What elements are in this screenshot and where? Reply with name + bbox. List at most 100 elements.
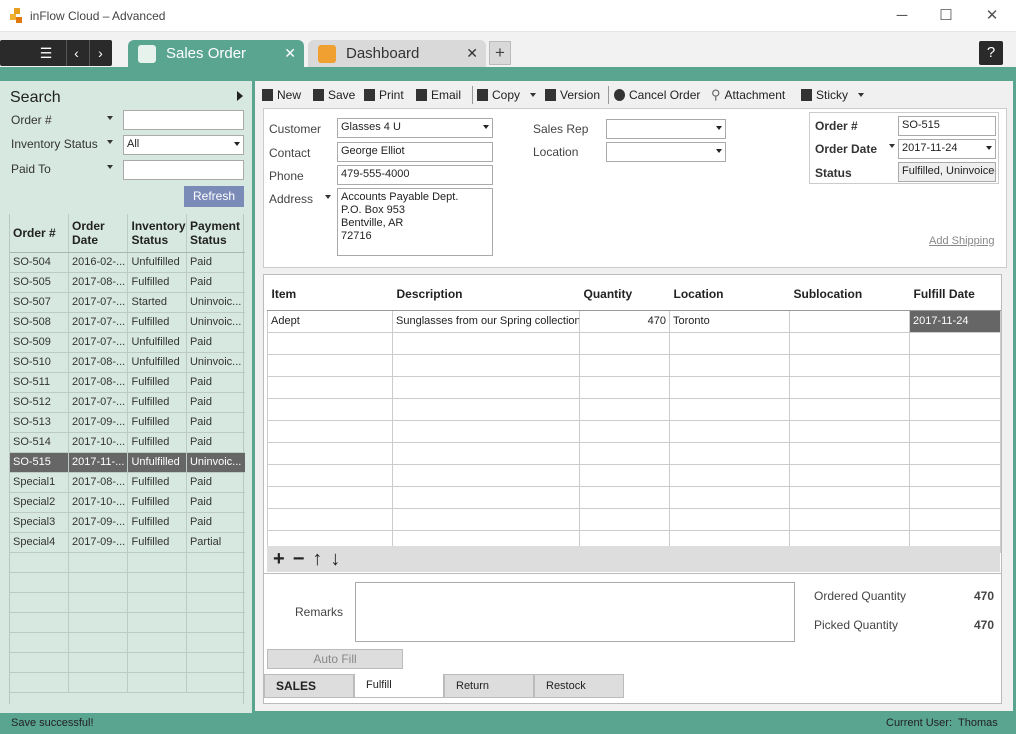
column-header[interactable]: Location — [669, 278, 790, 311]
table-cell[interactable] — [579, 441, 670, 465]
table-cell[interactable]: Partial — [186, 532, 245, 553]
table-cell[interactable] — [909, 397, 1001, 421]
table-cell[interactable]: SO-510 — [10, 352, 69, 373]
table-row[interactable]: SO-504 2016-02-... Unfulfilled Paid — [10, 252, 245, 273]
table-cell[interactable] — [392, 375, 580, 399]
table-cell[interactable] — [579, 375, 670, 399]
table-cell[interactable] — [789, 463, 910, 487]
empty-row[interactable] — [267, 419, 1001, 443]
table-cell[interactable] — [267, 463, 393, 487]
table-cell[interactable] — [392, 331, 580, 355]
table-cell[interactable]: Uninvoic... — [186, 312, 245, 333]
table-cell[interactable]: Started — [127, 292, 187, 313]
table-cell[interactable] — [392, 507, 580, 531]
auto-fill-button[interactable]: Auto Fill — [267, 649, 403, 669]
copy-button[interactable]: Copy — [477, 86, 537, 104]
table-cell[interactable] — [669, 463, 790, 487]
tab-fulfill[interactable]: Fulfill — [354, 674, 444, 698]
back-icon[interactable]: ‹ — [66, 40, 86, 66]
collapse-arrow-icon[interactable] — [237, 91, 243, 101]
table-cell[interactable]: SO-505 — [10, 272, 69, 293]
table-cell[interactable]: 2017-08-... — [68, 352, 129, 373]
table-row[interactable]: Special4 2017-09-... Fulfilled Partial — [10, 532, 245, 553]
table-cell[interactable]: Special1 — [10, 472, 69, 493]
table-cell[interactable]: Special3 — [10, 512, 69, 533]
address-field[interactable]: Accounts Payable Dept. P.O. Box 953 Bent… — [337, 188, 493, 256]
table-cell[interactable]: Fulfilled — [127, 472, 187, 493]
table-cell[interactable] — [579, 485, 670, 509]
table-cell[interactable] — [909, 353, 1001, 377]
table-cell[interactable]: 2017-08-... — [68, 272, 129, 293]
table-cell[interactable]: SO-509 — [10, 332, 69, 353]
table-cell[interactable] — [579, 353, 670, 377]
empty-row[interactable] — [267, 397, 1001, 421]
table-cell[interactable] — [267, 331, 393, 355]
sticky-button[interactable]: Sticky — [801, 86, 865, 104]
table-cell[interactable]: Fulfilled — [127, 372, 187, 393]
print-button[interactable]: Print — [364, 86, 404, 104]
table-cell[interactable]: 2017-10-... — [68, 432, 129, 453]
table-cell[interactable] — [392, 353, 580, 377]
table-cell[interactable] — [392, 463, 580, 487]
table-cell[interactable]: Fulfilled — [127, 512, 187, 533]
table-cell[interactable] — [789, 397, 910, 421]
table-cell[interactable] — [267, 441, 393, 465]
table-row[interactable]: SO-507 2017-07-... Started Uninvoic... — [10, 292, 245, 313]
close-window-button[interactable]: ✕ — [969, 0, 1015, 32]
table-cell[interactable]: Fulfilled — [127, 392, 187, 413]
table-cell[interactable] — [669, 375, 790, 399]
sublocation-cell[interactable] — [789, 309, 910, 333]
table-cell[interactable] — [909, 463, 1001, 487]
table-cell[interactable]: Paid — [186, 252, 245, 273]
table-cell[interactable]: Uninvoic... — [186, 352, 245, 373]
table-row[interactable]: Special2 2017-10-... Fulfilled Paid — [10, 492, 245, 513]
empty-row[interactable] — [267, 463, 1001, 487]
table-cell[interactable]: Unfulfilled — [127, 452, 187, 473]
remarks-field[interactable] — [355, 582, 795, 642]
table-cell[interactable] — [392, 397, 580, 421]
table-cell[interactable]: Fulfilled — [127, 272, 187, 293]
sales-rep-select[interactable] — [606, 119, 726, 139]
empty-row[interactable] — [267, 375, 1001, 399]
table-cell[interactable] — [669, 419, 790, 443]
save-button[interactable]: Save — [313, 86, 355, 104]
table-cell[interactable]: SO-514 — [10, 432, 69, 453]
table-cell[interactable]: SO-508 — [10, 312, 69, 333]
tab-dashboard[interactable]: Dashboard ✕ — [308, 40, 486, 67]
menu-icon[interactable]: ☰ — [28, 40, 64, 66]
table-cell[interactable] — [267, 397, 393, 421]
contact-field[interactable]: George Elliot — [337, 142, 493, 162]
table-cell[interactable]: SO-511 — [10, 372, 69, 393]
dropdown-arrow-icon[interactable] — [107, 165, 113, 169]
table-cell[interactable]: Paid — [186, 432, 245, 453]
table-cell[interactable]: Fulfilled — [127, 312, 187, 333]
inventory-status-select[interactable]: All — [123, 135, 244, 155]
table-row[interactable]: SO-508 2017-07-... Fulfilled Uninvoic... — [10, 312, 245, 333]
table-cell[interactable]: 2017-09-... — [68, 412, 129, 433]
table-cell[interactable] — [789, 419, 910, 443]
table-cell[interactable]: 2017-07-... — [68, 292, 129, 313]
minimize-button[interactable]: ─ — [879, 0, 925, 32]
table-cell[interactable]: 2017-10-... — [68, 492, 129, 513]
table-cell[interactable]: Unfulfilled — [127, 332, 187, 353]
add-row-icon[interactable]: + — [273, 548, 285, 571]
table-cell[interactable]: Fulfilled — [127, 412, 187, 433]
add-tab-button[interactable]: + — [489, 41, 511, 65]
move-up-icon[interactable]: ↑ — [312, 548, 322, 571]
column-header[interactable]: Item — [267, 278, 393, 311]
table-cell[interactable] — [909, 331, 1001, 355]
move-down-icon[interactable]: ↓ — [330, 548, 340, 571]
table-cell[interactable] — [267, 353, 393, 377]
table-row[interactable]: SO-505 2017-08-... Fulfilled Paid — [10, 272, 245, 293]
table-cell[interactable]: SO-515 — [10, 452, 69, 473]
table-cell[interactable]: 2017-08-... — [68, 472, 129, 493]
paid-to-input[interactable] — [123, 160, 244, 180]
column-header[interactable]: Fulfill Date — [909, 278, 1001, 311]
fulfill-date-cell[interactable]: 2017-11-24 — [909, 309, 1001, 333]
table-cell[interactable]: SO-507 — [10, 292, 69, 313]
table-cell[interactable]: SO-504 — [10, 252, 69, 273]
table-cell[interactable] — [579, 463, 670, 487]
table-cell[interactable] — [789, 353, 910, 377]
table-cell[interactable] — [579, 419, 670, 443]
description-cell[interactable]: Sunglasses from our Spring collection. — [392, 309, 580, 333]
